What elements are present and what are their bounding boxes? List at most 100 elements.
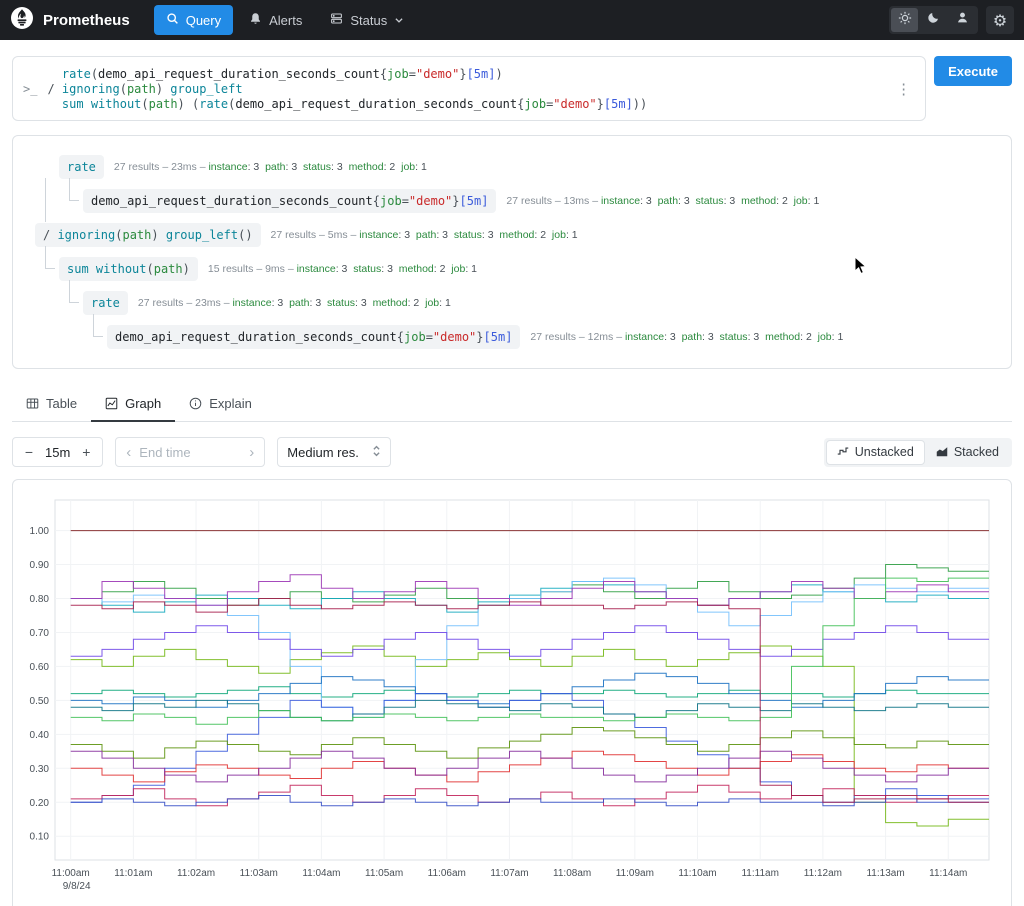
bell-icon bbox=[249, 12, 262, 28]
svg-text:11:04am: 11:04am bbox=[302, 868, 340, 879]
tab-graph[interactable]: Graph bbox=[91, 387, 175, 422]
navbar-right-controls: ⚙ bbox=[889, 6, 1014, 34]
unstacked-label: Unstacked bbox=[855, 445, 914, 459]
graph-panel: 11:00am9/8/2411:01am11:02am11:03am11:04a… bbox=[12, 479, 1012, 906]
svg-text:11:07am: 11:07am bbox=[490, 868, 528, 879]
tree-node-stats: 15 results – 9ms – instance: 3 status: 3… bbox=[208, 263, 477, 275]
theme-light-button[interactable] bbox=[891, 8, 918, 32]
tree-row: sum without(path) 15 results – 9ms – inst… bbox=[27, 252, 997, 286]
svg-text:0.30: 0.30 bbox=[30, 764, 50, 775]
tree-row: demo_api_request_duration_seconds_count{… bbox=[27, 184, 997, 218]
svg-text:0.70: 0.70 bbox=[30, 628, 50, 639]
tree-node-chip[interactable]: demo_api_request_duration_seconds_count{… bbox=[107, 325, 520, 349]
tree-connector-line bbox=[69, 280, 79, 303]
tree-node-stats: 27 results – 23ms – instance: 3 path: 3 … bbox=[138, 297, 451, 309]
server-icon bbox=[330, 12, 343, 28]
gear-icon: ⚙ bbox=[993, 11, 1007, 30]
tab-table[interactable]: Table bbox=[12, 387, 91, 422]
nav-item-query[interactable]: Query bbox=[154, 5, 233, 35]
stacked-button[interactable]: Stacked bbox=[925, 440, 1010, 465]
tree-node-stats: 27 results – 13ms – instance: 3 path: 3 … bbox=[506, 195, 819, 207]
svg-text:11:12am: 11:12am bbox=[804, 868, 842, 879]
result-tabs: Table Graph Explain bbox=[12, 387, 1012, 422]
expression-line[interactable]: / ignoring(path) group_left bbox=[47, 82, 882, 97]
search-icon bbox=[166, 12, 179, 28]
tree-connector-line bbox=[93, 314, 103, 337]
nav-status-label: Status bbox=[350, 13, 387, 28]
tree-node-chip[interactable]: / ignoring(path) group_left() bbox=[35, 223, 261, 247]
expression-line[interactable]: sum without(path) (rate(demo_api_request… bbox=[47, 97, 882, 112]
execute-button[interactable]: Execute bbox=[934, 56, 1012, 86]
nav-item-alerts[interactable]: Alerts bbox=[237, 5, 314, 35]
person-icon bbox=[956, 11, 969, 29]
settings-button[interactable]: ⚙ bbox=[986, 6, 1014, 34]
svg-text:11:08am: 11:08am bbox=[553, 868, 591, 879]
svg-text:11:09am: 11:09am bbox=[616, 868, 654, 879]
svg-text:11:00am: 11:00am bbox=[52, 868, 90, 879]
stacked-label: Stacked bbox=[954, 445, 999, 459]
stack-toggle-group: Unstacked Stacked bbox=[824, 438, 1012, 467]
chevron-right-icon[interactable]: › bbox=[249, 444, 254, 461]
duration-increase-button[interactable]: + bbox=[74, 444, 98, 460]
tree-node-stats: 27 results – 5ms – instance: 3 path: 3 s… bbox=[271, 229, 578, 241]
sun-icon bbox=[898, 11, 912, 30]
tab-label: Table bbox=[46, 396, 77, 411]
tree-row: rate27 results – 23ms – instance: 3 path… bbox=[27, 150, 997, 184]
tab-label: Explain bbox=[209, 396, 252, 411]
svg-text:11:05am: 11:05am bbox=[365, 868, 403, 879]
svg-text:1.00: 1.00 bbox=[30, 526, 50, 537]
tree-row: rate 27 results – 23ms – instance: 3 path… bbox=[27, 286, 997, 320]
query-editor[interactable]: >_ rate(demo_api_request_duration_second… bbox=[12, 56, 926, 121]
resolution-select[interactable]: Medium res. bbox=[277, 437, 391, 467]
chevron-left-icon[interactable]: ‹ bbox=[126, 444, 131, 461]
promql-expression-input[interactable]: rate(demo_api_request_duration_seconds_c… bbox=[47, 65, 882, 112]
svg-text:9/8/24: 9/8/24 bbox=[63, 881, 91, 892]
svg-text:11:14am: 11:14am bbox=[929, 868, 967, 879]
tree-node-chip[interactable]: demo_api_request_duration_seconds_count{… bbox=[83, 189, 496, 213]
graph-controls: − 15m + ‹ End time › Medium res. Unstack… bbox=[12, 437, 1012, 467]
tree-row: / ignoring(path) group_left() 27 results … bbox=[27, 218, 997, 252]
main-content: >_ rate(demo_api_request_duration_second… bbox=[0, 56, 1024, 906]
duration-decrease-button[interactable]: − bbox=[17, 444, 41, 460]
terminal-prompt-icon: >_ bbox=[23, 82, 37, 96]
theme-dark-button[interactable] bbox=[920, 8, 947, 32]
stacked-chart-icon bbox=[936, 445, 948, 460]
tree-node-chip[interactable]: rate bbox=[83, 291, 128, 315]
prometheus-logo-icon bbox=[10, 6, 34, 34]
resolution-value: Medium res. bbox=[287, 445, 359, 460]
select-chevrons-icon bbox=[372, 444, 381, 461]
query-row: >_ rate(demo_api_request_duration_second… bbox=[12, 56, 1012, 121]
kebab-menu-icon[interactable]: ⋮ bbox=[892, 80, 915, 98]
brand[interactable]: Prometheus bbox=[10, 6, 130, 34]
svg-text:11:06am: 11:06am bbox=[428, 868, 466, 879]
duration-value[interactable]: 15m bbox=[41, 445, 74, 460]
svg-text:0.80: 0.80 bbox=[30, 594, 50, 605]
end-time-input[interactable]: ‹ End time › bbox=[115, 437, 265, 467]
tab-label: Graph bbox=[125, 396, 161, 411]
svg-text:0.60: 0.60 bbox=[30, 662, 50, 673]
tab-explain[interactable]: Explain bbox=[175, 387, 266, 422]
duration-stepper: − 15m + bbox=[12, 437, 103, 467]
svg-text:11:11am: 11:11am bbox=[741, 868, 778, 879]
tree-node-chip[interactable]: sum without(path) bbox=[59, 257, 198, 281]
tree-connector-line bbox=[45, 246, 55, 269]
nav-item-status[interactable]: Status bbox=[318, 5, 416, 35]
unstacked-button[interactable]: Unstacked bbox=[826, 440, 925, 465]
svg-text:0.10: 0.10 bbox=[30, 832, 50, 843]
chevron-down-icon bbox=[394, 13, 404, 28]
graph-canvas[interactable]: 11:00am9/8/2411:01am11:02am11:03am11:04a… bbox=[23, 490, 1001, 906]
theme-system-button[interactable] bbox=[949, 8, 976, 32]
svg-text:11:13am: 11:13am bbox=[866, 868, 904, 879]
nav-query-label: Query bbox=[186, 13, 221, 28]
tree-node-chip[interactable]: rate bbox=[59, 155, 104, 179]
svg-text:0.50: 0.50 bbox=[30, 696, 50, 707]
end-time-placeholder: End time bbox=[139, 445, 241, 460]
table-icon bbox=[26, 397, 39, 410]
brand-title: Prometheus bbox=[43, 12, 130, 29]
svg-text:11:10am: 11:10am bbox=[678, 868, 716, 879]
expression-line[interactable]: rate(demo_api_request_duration_seconds_c… bbox=[47, 67, 882, 82]
tree-connector-line bbox=[69, 178, 79, 201]
unstacked-chart-icon bbox=[837, 445, 849, 460]
tree-node-stats: 27 results – 12ms – instance: 3 path: 3 … bbox=[530, 331, 843, 343]
svg-text:11:03am: 11:03am bbox=[240, 868, 278, 879]
